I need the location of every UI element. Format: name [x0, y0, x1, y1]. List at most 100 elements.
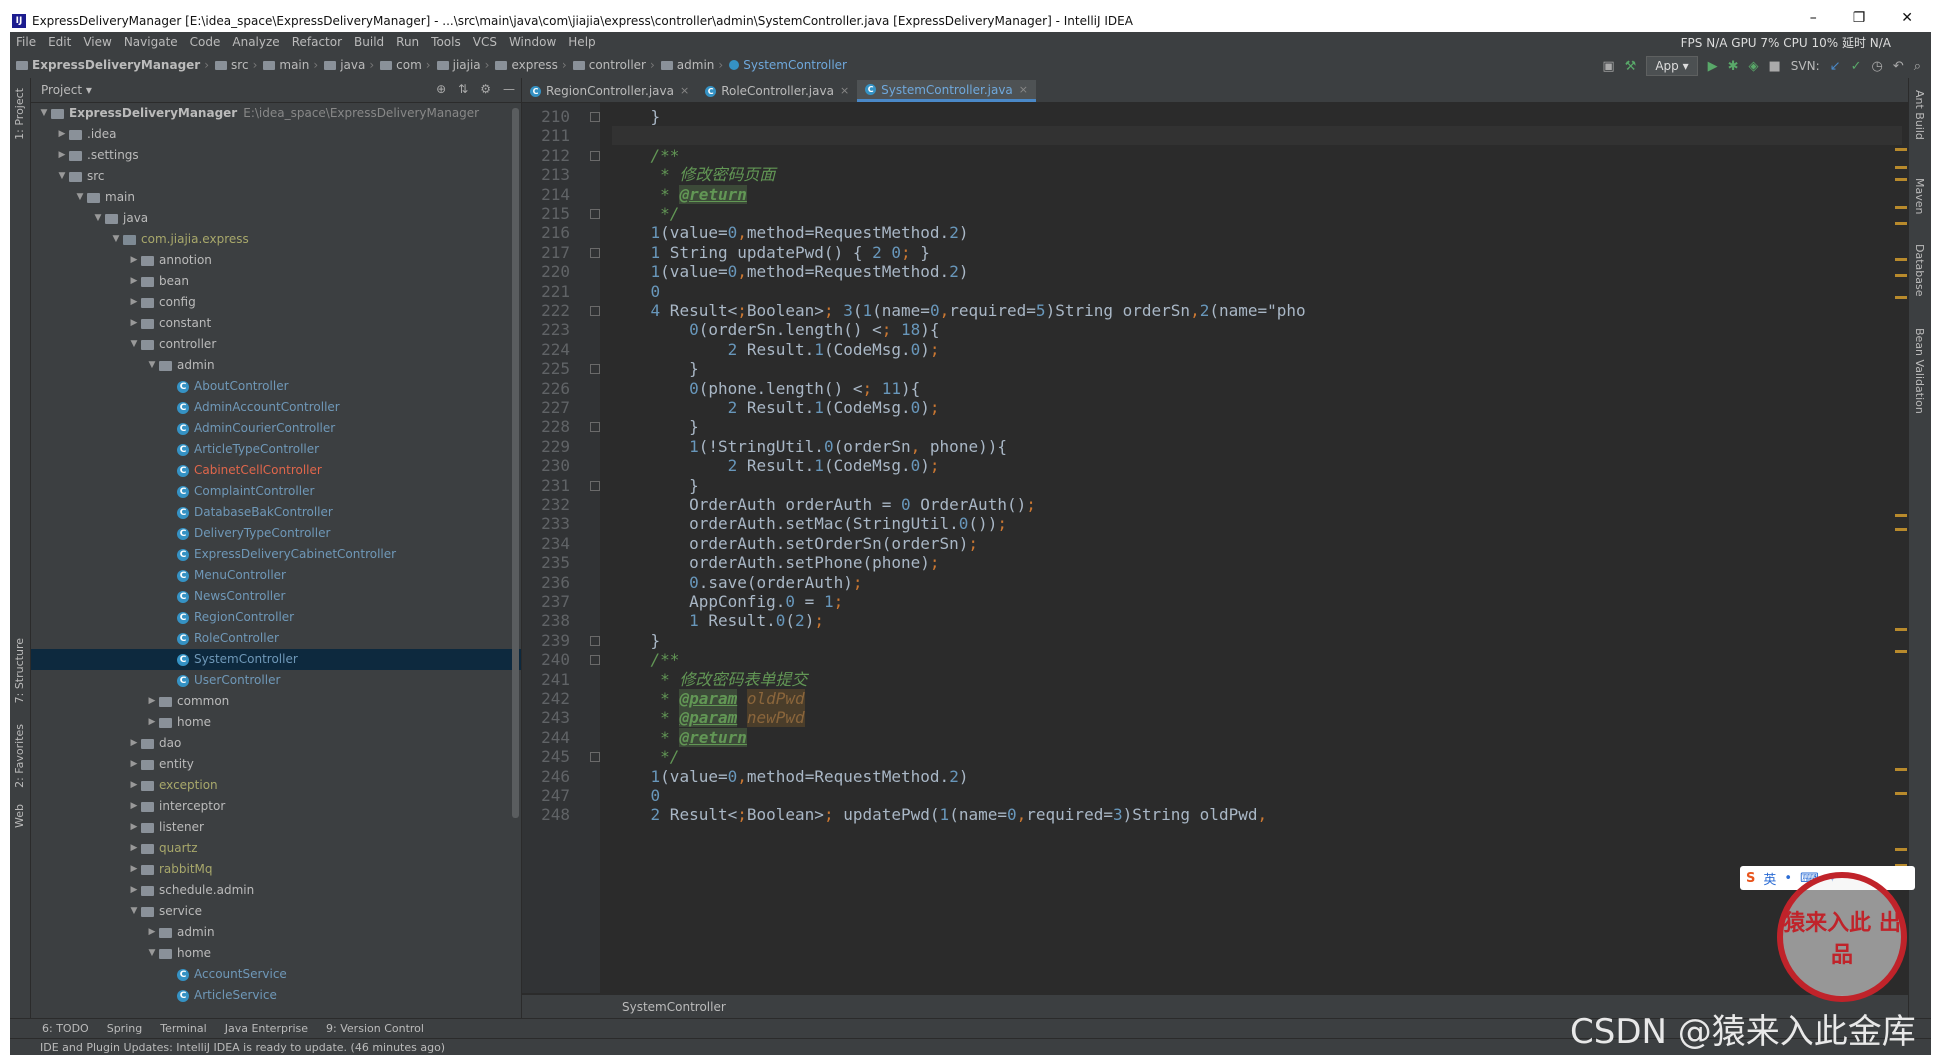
collapsed-arrow-icon[interactable]: ▶ — [127, 313, 141, 334]
svn-commit-icon[interactable]: ✓ — [1851, 59, 1862, 74]
code-view[interactable]: } /** * 修改密码页面 * @return */ 1(value=0,… — [612, 103, 1902, 993]
collapsed-arrow-icon[interactable]: ▶ — [127, 292, 141, 313]
run-config-select[interactable]: App ▾ — [1646, 56, 1697, 76]
code-line[interactable]: 2 Result.1(CodeMsg.0); — [612, 456, 940, 475]
tree-node[interactable]: C DeliveryTypeController — [31, 523, 521, 544]
tree-node[interactable]: ▶ exception — [31, 775, 521, 796]
tool-tab-project[interactable]: 1: Project — [13, 88, 26, 140]
revert-icon[interactable]: ↶ — [1893, 59, 1904, 74]
code-line[interactable]: } — [612, 476, 699, 495]
fold-icon[interactable] — [590, 306, 600, 316]
minimize-button[interactable]: – — [1810, 10, 1817, 26]
code-line[interactable]: 1 Result.0(2); — [612, 611, 824, 630]
tree-node[interactable]: ▼ home — [31, 943, 521, 964]
menu-window[interactable]: Window — [503, 35, 562, 49]
collapse-icon[interactable]: ⇅ — [458, 82, 468, 96]
tree-node[interactable]: ▶ interceptor — [31, 796, 521, 817]
stop-icon[interactable]: ■ — [1769, 59, 1781, 74]
coverage-icon[interactable]: ◈ — [1749, 59, 1759, 74]
tree-node[interactable]: C ArticleTypeController — [31, 439, 521, 460]
debug-icon[interactable]: ✱ — [1728, 59, 1739, 74]
tree-node[interactable]: ▶ .settings — [31, 145, 521, 166]
editor-tab[interactable]: C RegionController.java × — [522, 80, 697, 102]
error-stripe[interactable] — [1895, 108, 1907, 978]
code-line[interactable]: OrderAuth orderAuth = 0 OrderAuth(); — [612, 495, 1036, 514]
code-line[interactable]: 0(orderSn.length() <; 18){ — [612, 320, 940, 339]
tree-node[interactable]: C SystemController — [31, 649, 521, 670]
tree-node[interactable]: ▶ rabbitMq — [31, 859, 521, 880]
collapsed-arrow-icon[interactable]: ▶ — [127, 838, 141, 859]
collapsed-arrow-icon[interactable]: ▶ — [127, 796, 141, 817]
collapsed-arrow-icon[interactable]: ▶ — [127, 271, 141, 292]
code-line[interactable]: 4 Result<;Boolean>; 3(1(name=0,requi… — [612, 301, 1306, 320]
editor-tab[interactable]: C RoleController.java × — [697, 80, 857, 102]
breadcrumb-item[interactable]: controller › — [567, 58, 655, 72]
tree-node[interactable]: ▶ admin — [31, 922, 521, 943]
collapsed-arrow-icon[interactable]: ▶ — [145, 691, 159, 712]
code-line[interactable]: 1(value=0,method=RequestMethod.2) — [612, 262, 968, 281]
code-line[interactable]: * @param oldPwd — [612, 689, 805, 708]
tree-node[interactable]: C AdminCourierController — [31, 418, 521, 439]
breadcrumb-item[interactable]: main › — [257, 58, 318, 72]
tree-node[interactable]: ▶ common — [31, 691, 521, 712]
project-scrollbar[interactable] — [512, 108, 519, 818]
menu-code[interactable]: Code — [184, 35, 227, 49]
menu-tools[interactable]: Tools — [425, 35, 467, 49]
tree-node[interactable]: C UserController — [31, 670, 521, 691]
fold-icon[interactable] — [590, 151, 600, 161]
build-hammer-icon[interactable]: ⚒ — [1625, 59, 1637, 74]
menu-vcs[interactable]: VCS — [467, 35, 503, 49]
tool-tab-todo[interactable]: 6: TODO — [42, 1022, 89, 1035]
tree-node[interactable]: C CabinetCellController — [31, 460, 521, 481]
code-line[interactable]: * 修改密码页面 — [612, 165, 775, 184]
tree-node[interactable]: ▼ main — [31, 187, 521, 208]
code-line[interactable]: */ — [612, 204, 679, 223]
breadcrumb-item[interactable]: java › — [318, 58, 374, 72]
tree-node[interactable]: ▶ quartz — [31, 838, 521, 859]
code-line[interactable]: 0.save(orderAuth); — [612, 573, 862, 592]
menu-edit[interactable]: Edit — [42, 35, 77, 49]
collapsed-arrow-icon[interactable]: ▶ — [127, 754, 141, 775]
fold-icon[interactable] — [590, 636, 600, 646]
breadcrumb-item[interactable]: SystemController — [723, 58, 847, 72]
code-line[interactable]: 2 Result.1(CodeMsg.0); — [612, 398, 940, 417]
breadcrumb-item[interactable]: jiajia › — [431, 58, 490, 72]
code-line[interactable]: 1(value=0,method=RequestMethod.2) — [612, 767, 968, 786]
tool-tab-java-enterprise[interactable]: Java Enterprise — [225, 1022, 308, 1035]
tree-node[interactable]: ▶ dao — [31, 733, 521, 754]
fold-icon[interactable] — [590, 481, 600, 491]
ime-punct-icon[interactable]: • — [1784, 871, 1792, 886]
breadcrumb-item[interactable]: admin › — [655, 58, 723, 72]
menu-navigate[interactable]: Navigate — [118, 35, 184, 49]
tool-tab-favorites[interactable]: 2: Favorites — [13, 724, 26, 788]
code-line[interactable]: /** — [612, 650, 679, 669]
menu-run[interactable]: Run — [390, 35, 425, 49]
tool-tab-ant-build[interactable]: Ant Build — [1913, 90, 1926, 140]
tree-node[interactable]: C MenuController — [31, 565, 521, 586]
menu-refactor[interactable]: Refactor — [286, 35, 348, 49]
code-line[interactable]: 0 — [612, 786, 660, 805]
code-line[interactable]: 2 Result<;Boolean>; updatePwd(1(name=0… — [612, 805, 1267, 824]
tree-node[interactable]: ▼ src — [31, 166, 521, 187]
tree-node[interactable]: ▶ annotion — [31, 250, 521, 271]
tool-tab-structure[interactable]: 7: Structure — [13, 638, 26, 703]
tree-node[interactable]: ▼ ExpressDeliveryManager E:\idea_space\Exp… — [31, 103, 521, 124]
project-view-select[interactable]: Project ▾ — [41, 83, 92, 97]
code-line[interactable]: orderAuth.setPhone(phone); — [612, 553, 940, 572]
breadcrumb-item[interactable]: ExpressDeliveryManager › — [10, 58, 209, 72]
expanded-arrow-icon[interactable]: ▼ — [145, 943, 159, 964]
tree-node[interactable]: ▶ .idea — [31, 124, 521, 145]
svn-update-icon[interactable]: ↙ — [1830, 59, 1841, 74]
code-line[interactable]: orderAuth.setOrderSn(orderSn); — [612, 534, 978, 553]
fold-icon[interactable] — [590, 752, 600, 762]
menu-analyze[interactable]: Analyze — [226, 35, 285, 49]
breadcrumb-item[interactable]: express › — [489, 58, 566, 72]
gear-icon[interactable]: ⚙ — [480, 82, 491, 96]
menu-help[interactable]: Help — [562, 35, 601, 49]
collapsed-arrow-icon[interactable]: ▶ — [145, 922, 159, 943]
tree-node[interactable]: ▶ listener — [31, 817, 521, 838]
code-line[interactable]: } — [612, 631, 660, 650]
history-icon[interactable]: ◷ — [1871, 59, 1882, 74]
code-line[interactable]: orderAuth.setMac(StringUtil.0()); — [612, 514, 1007, 533]
menu-build[interactable]: Build — [348, 35, 390, 49]
